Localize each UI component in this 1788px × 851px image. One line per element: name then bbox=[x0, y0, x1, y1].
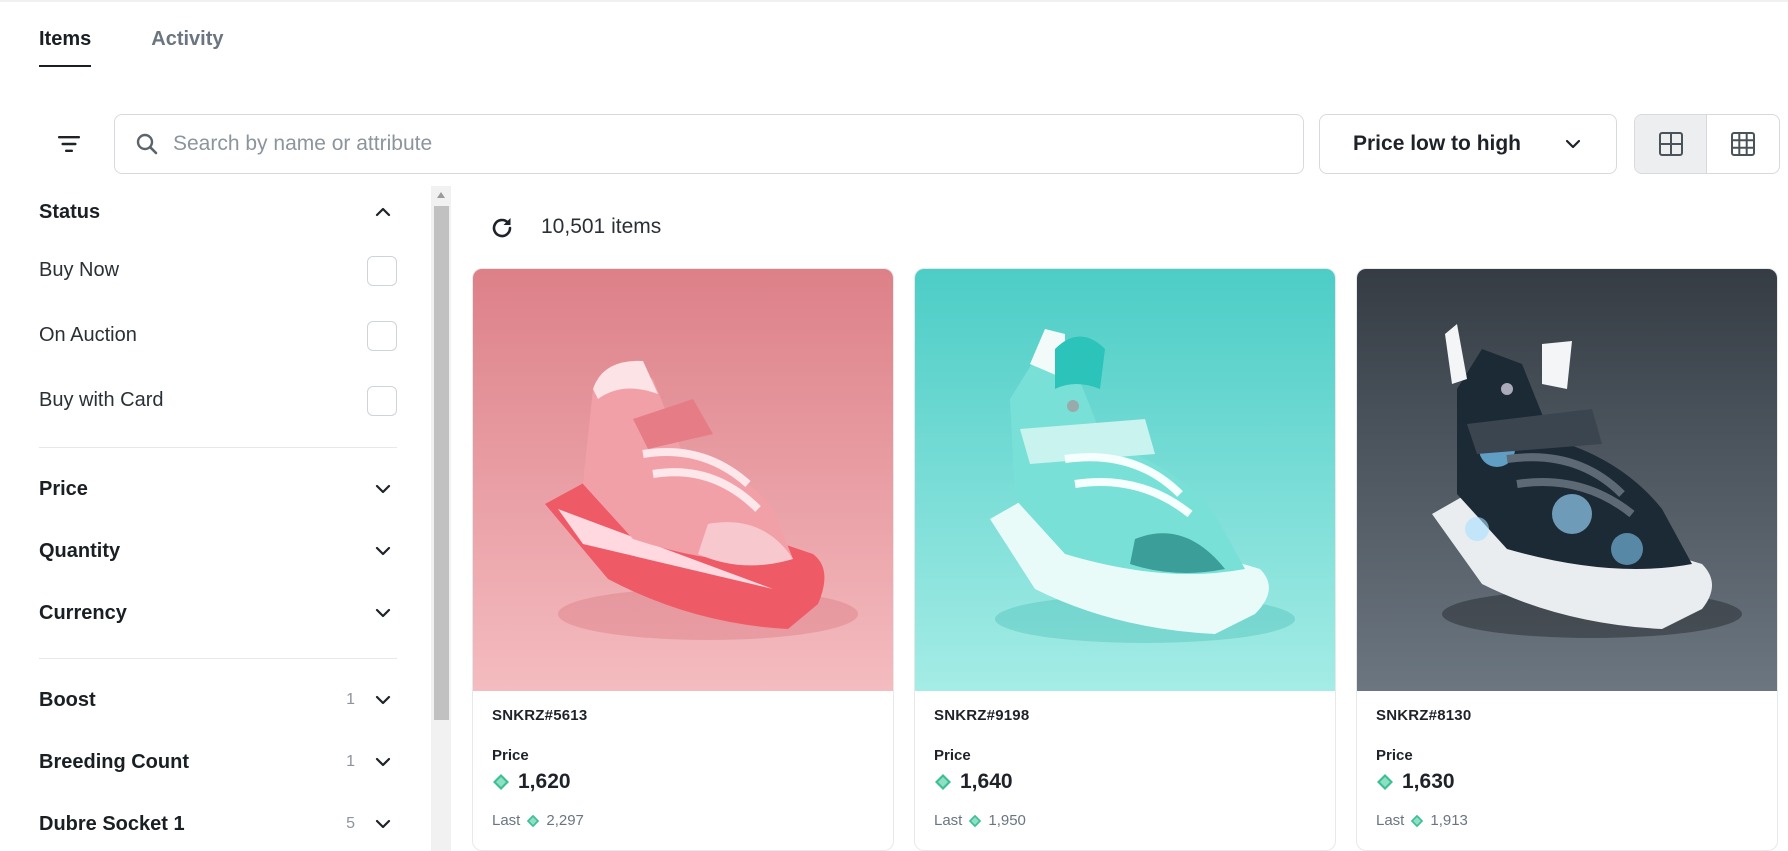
large-grid-icon bbox=[1658, 132, 1683, 156]
search-box bbox=[114, 114, 1304, 174]
price-section-header[interactable]: Price bbox=[39, 458, 397, 520]
tab-bar: Items Activity bbox=[39, 28, 224, 67]
section-title: Boost bbox=[39, 688, 96, 711]
last-label: Last bbox=[1376, 812, 1405, 829]
chevron-down-icon bbox=[373, 541, 393, 561]
item-price: 1,630 bbox=[1402, 770, 1455, 793]
option-label: Buy Now bbox=[39, 259, 120, 281]
section-title: Price bbox=[39, 477, 88, 500]
sidebar-scrollbar[interactable] bbox=[431, 186, 451, 851]
status-option-buy-now[interactable]: Buy Now bbox=[39, 238, 397, 303]
status-section-header[interactable]: Status bbox=[39, 186, 397, 238]
price-label: Price bbox=[492, 747, 529, 764]
top-border bbox=[0, 0, 1788, 2]
section-title: Breeding Count bbox=[39, 750, 189, 773]
refresh-button[interactable] bbox=[489, 215, 515, 241]
tab-items[interactable]: Items bbox=[39, 28, 92, 67]
sneaker-image bbox=[473, 269, 893, 691]
token-icon bbox=[1411, 814, 1424, 827]
sort-dropdown[interactable]: Price low to high bbox=[1319, 114, 1617, 174]
attribute-count: 1 bbox=[346, 753, 355, 770]
attribute-count: 1 bbox=[346, 691, 355, 708]
chevron-down-icon bbox=[373, 603, 393, 623]
section-title: Quantity bbox=[39, 539, 121, 562]
filter-icon bbox=[58, 136, 80, 152]
item-grid: SNKRZ#5613 Price 1,620 Last 2,297 SNKRZ#… bbox=[472, 268, 1778, 851]
currency-section-header[interactable]: Currency bbox=[39, 582, 397, 644]
filter-sidebar: Status Buy Now On Auction Buy with Card … bbox=[39, 186, 397, 851]
on-auction-checkbox[interactable] bbox=[367, 320, 397, 351]
status-option-buy-with-card[interactable]: Buy with Card bbox=[39, 368, 397, 433]
option-label: On Auction bbox=[39, 324, 137, 346]
item-count: 10,501 items bbox=[541, 215, 662, 238]
refresh-icon bbox=[492, 218, 512, 238]
small-grid-button[interactable] bbox=[1707, 115, 1779, 173]
section-title: Dubre Socket 1 bbox=[39, 812, 185, 835]
sneaker-image bbox=[1357, 269, 1777, 691]
token-icon bbox=[527, 814, 540, 827]
item-price: 1,620 bbox=[518, 770, 571, 793]
item-card[interactable]: SNKRZ#9198 Price 1,640 Last 1,950 bbox=[914, 268, 1336, 851]
price-label: Price bbox=[934, 747, 971, 764]
buy-with-card-checkbox[interactable] bbox=[367, 385, 397, 416]
item-price: 1,640 bbox=[960, 770, 1013, 793]
sort-label: Price low to high bbox=[1353, 132, 1522, 155]
boost-section-header[interactable]: Boost 1 bbox=[39, 669, 397, 731]
scroll-up-arrow[interactable] bbox=[437, 192, 445, 198]
last-price: 2,297 bbox=[546, 812, 584, 829]
last-price: 1,950 bbox=[988, 812, 1026, 829]
item-card[interactable]: SNKRZ#8130 Price 1,630 Last 1,913 bbox=[1356, 268, 1778, 851]
section-title: Status bbox=[39, 200, 101, 223]
search-icon bbox=[136, 133, 158, 155]
view-toggle bbox=[1634, 114, 1780, 174]
chevron-down-icon bbox=[373, 690, 393, 710]
dubre-socket-1-section-header[interactable]: Dubre Socket 1 5 bbox=[39, 793, 397, 851]
divider bbox=[39, 658, 397, 659]
chevron-down-icon bbox=[373, 752, 393, 772]
section-title: Currency bbox=[39, 601, 127, 624]
breeding-count-section-header[interactable]: Breeding Count 1 bbox=[39, 731, 397, 793]
search-input[interactable] bbox=[173, 132, 1273, 156]
token-icon bbox=[935, 774, 951, 790]
scroll-thumb[interactable] bbox=[434, 206, 449, 720]
last-label: Last bbox=[492, 812, 521, 829]
item-name: SNKRZ#9198 bbox=[934, 707, 1030, 724]
item-card[interactable]: SNKRZ#5613 Price 1,620 Last 2,297 bbox=[472, 268, 894, 851]
status-option-on-auction[interactable]: On Auction bbox=[39, 303, 397, 368]
item-name: SNKRZ#8130 bbox=[1376, 707, 1472, 724]
last-price: 1,913 bbox=[1430, 812, 1468, 829]
quantity-section-header[interactable]: Quantity bbox=[39, 520, 397, 582]
token-icon bbox=[493, 774, 509, 790]
option-label: Buy with Card bbox=[39, 389, 164, 411]
attribute-count: 5 bbox=[346, 815, 355, 832]
chevron-up-icon bbox=[373, 202, 393, 222]
chevron-down-icon bbox=[1565, 139, 1581, 149]
sneaker-image bbox=[915, 269, 1335, 691]
last-label: Last bbox=[934, 812, 963, 829]
token-icon bbox=[1377, 774, 1393, 790]
token-icon bbox=[969, 814, 982, 827]
small-grid-icon bbox=[1731, 132, 1755, 156]
buy-now-checkbox[interactable] bbox=[367, 255, 397, 286]
large-grid-button[interactable] bbox=[1635, 115, 1707, 173]
chevron-down-icon bbox=[373, 479, 393, 499]
tab-activity[interactable]: Activity bbox=[151, 28, 223, 67]
filter-toggle-button[interactable] bbox=[52, 128, 86, 160]
divider bbox=[39, 447, 397, 448]
price-label: Price bbox=[1376, 747, 1413, 764]
item-name: SNKRZ#5613 bbox=[492, 707, 588, 724]
chevron-down-icon bbox=[373, 814, 393, 834]
